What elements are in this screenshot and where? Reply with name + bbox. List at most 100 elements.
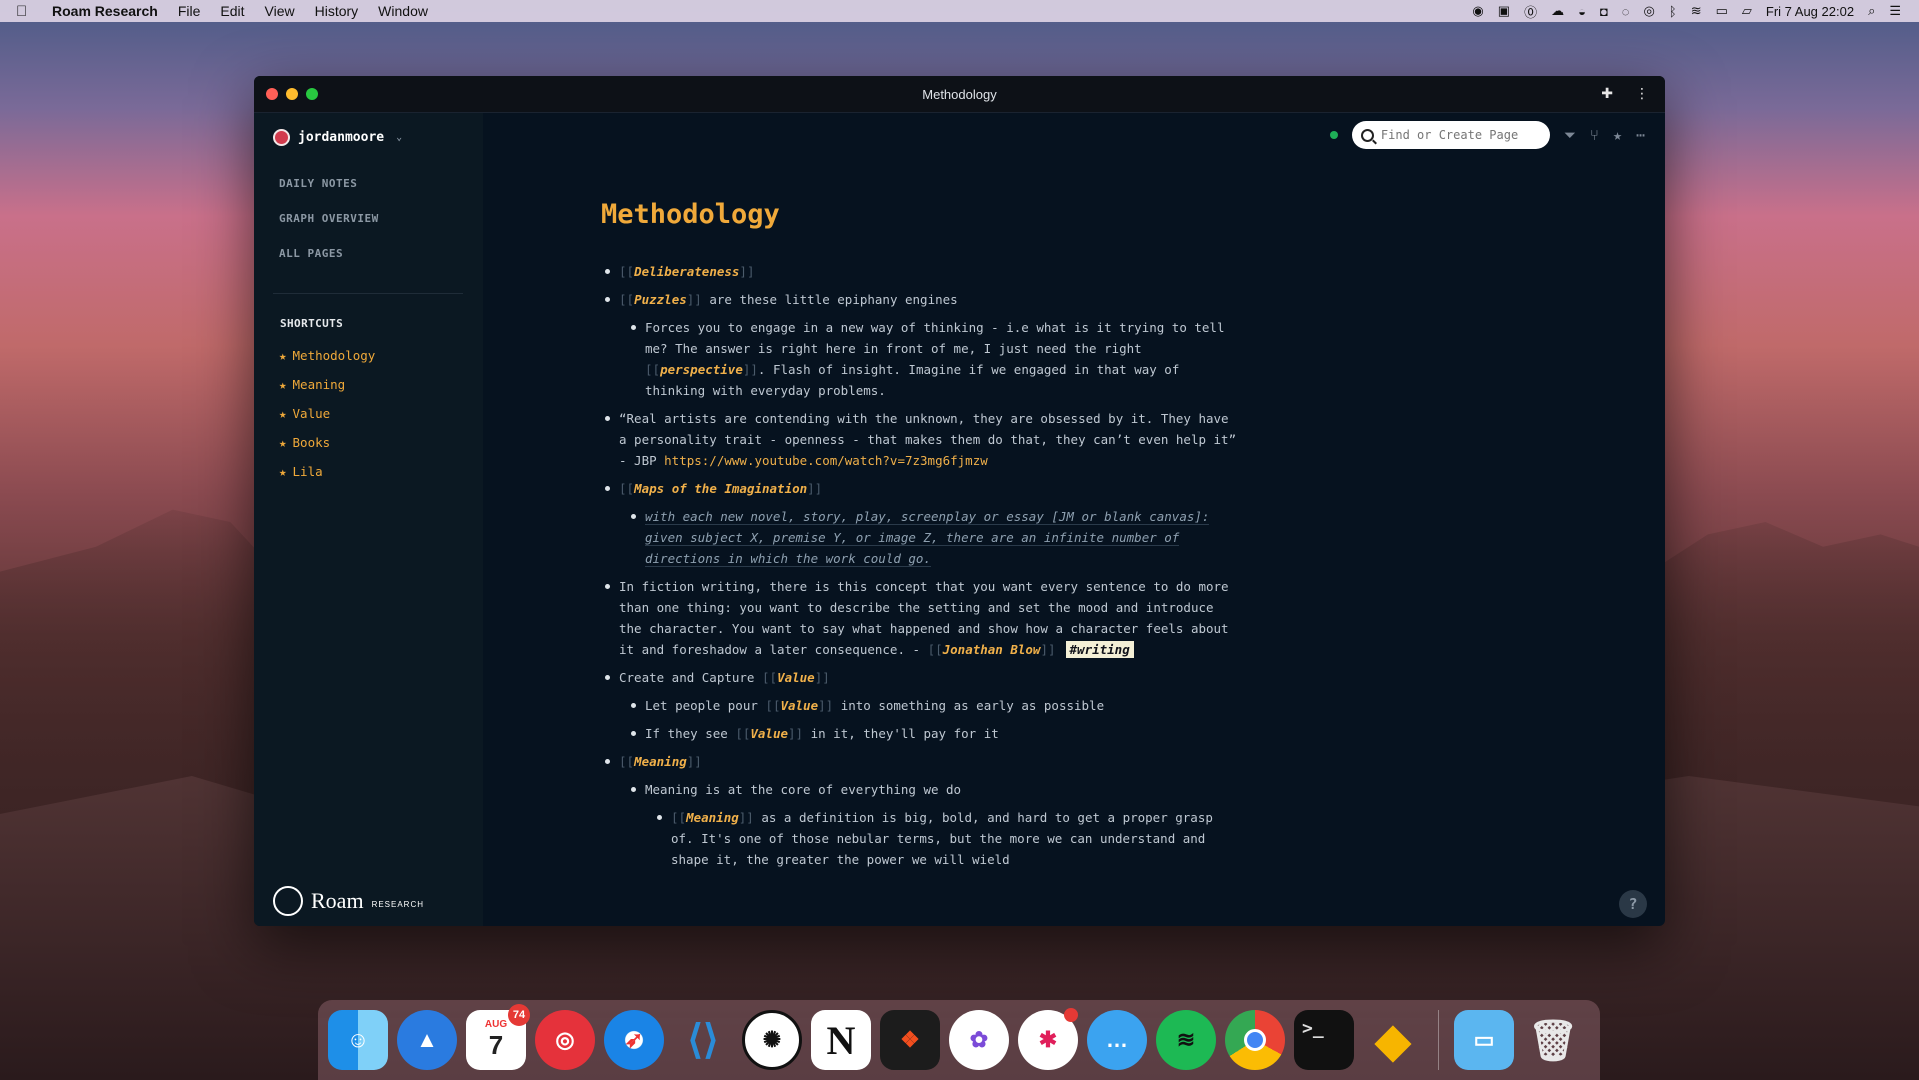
notion-icon[interactable]: N [811, 1010, 871, 1070]
avatar [273, 129, 290, 146]
menu-clock[interactable]: Fri 7 Aug 22:02 [1766, 4, 1854, 19]
extensions-icon[interactable]: ✚ [1601, 86, 1613, 102]
help-button[interactable]: ? [1619, 890, 1647, 918]
menu-edit[interactable]: Edit [220, 3, 244, 19]
notification-center-icon[interactable]: ☰ [1889, 3, 1901, 19]
search-box[interactable] [1351, 121, 1550, 149]
block[interactable]: Create and Capture [[Value]] [601, 667, 1241, 688]
menu-window[interactable]: Window [378, 3, 428, 19]
spotify-icon[interactable]: ≋ [1156, 1010, 1216, 1070]
calendar-icon[interactable]: AUG 7 74 [466, 1004, 530, 1070]
star-icon: ★ [279, 348, 287, 363]
shortcut-methodology[interactable]: ★ Methodology [279, 348, 375, 363]
battery-icon[interactable]: ▭ [1716, 3, 1728, 19]
block[interactable]: with each new novel, story, play, screen… [627, 506, 1241, 569]
wifi-icon[interactable]: ≋ [1691, 3, 1702, 19]
more-icon[interactable]: ⋯ [1636, 126, 1645, 144]
block[interactable]: Let people pour [[Value]] into something… [627, 695, 1241, 716]
spark-icon[interactable]: ▲ [397, 1010, 457, 1070]
status-record-icon[interactable]: ◉ [1472, 3, 1483, 19]
menu-file[interactable]: File [178, 3, 201, 19]
tag[interactable]: #writing [1065, 641, 1134, 658]
spotlight-icon[interactable]: ⌕ [1868, 3, 1875, 19]
page-title[interactable]: Methodology [601, 199, 780, 230]
search-input[interactable] [1380, 128, 1541, 142]
menu-bar:  Roam Research File Edit View History W… [0, 0, 1919, 22]
page-link[interactable]: Meaning [686, 810, 739, 825]
status-drive-icon[interactable]: ◒ [1578, 4, 1586, 19]
shortcut-books[interactable]: ★ Books [279, 435, 330, 450]
menu-history[interactable]: History [315, 3, 359, 19]
slack-icon[interactable]: ✱ [1018, 1008, 1078, 1070]
kebab-menu-icon[interactable]: ⋮ [1635, 86, 1649, 102]
filter-icon[interactable]: ⏷ [1564, 126, 1576, 144]
folder-icon[interactable]: ▭ [1454, 1010, 1514, 1070]
terminal-icon[interactable]: >_ [1294, 1010, 1354, 1070]
roam-logo: Roam RESEARCH [273, 886, 424, 916]
pocket-casts-icon[interactable]: ◎ [535, 1010, 595, 1070]
safari-icon[interactable]: ➶ [604, 1010, 664, 1070]
star-icon: ★ [279, 377, 287, 392]
block[interactable]: If they see [[Value]] in it, they'll pay… [627, 723, 1241, 744]
status-q-icon[interactable]: ◘ [1600, 4, 1608, 19]
window-title: Methodology [922, 86, 997, 102]
nav-graph-overview[interactable]: GRAPH OVERVIEW [279, 212, 379, 225]
craft-icon[interactable]: ✿ [949, 1010, 1009, 1070]
top-bar: ⏷ ⑂ ★ ⋯ [1329, 121, 1645, 149]
page-link[interactable]: Value [777, 670, 815, 685]
apple-icon[interactable]:  [16, 3, 42, 20]
page-link[interactable]: Meaning [634, 754, 687, 769]
trash-icon[interactable]: 🗑 [1523, 1010, 1583, 1070]
figma-icon[interactable]: ❖ [880, 1010, 940, 1070]
close-button[interactable] [266, 88, 278, 100]
status-app-icon[interactable]: ▣ [1498, 3, 1510, 19]
page-link[interactable]: Value [750, 726, 788, 741]
page-link[interactable]: perspective [660, 362, 743, 377]
star-icon[interactable]: ★ [1613, 126, 1622, 144]
sidebar-divider [273, 293, 463, 294]
finder-icon[interactable]: ☺ [328, 1010, 388, 1070]
page-link[interactable]: Deliberateness [634, 264, 739, 279]
airplay-icon[interactable]: ▱ [1742, 3, 1752, 19]
external-link[interactable]: https://www.youtube.com/watch?v=7z3mg6fj… [664, 453, 988, 468]
nav-all-pages[interactable]: ALL PAGES [279, 247, 343, 260]
chrome-icon[interactable] [1225, 1010, 1285, 1070]
status-timer-icon[interactable]: ◌ [1622, 4, 1630, 19]
status-cloud-icon[interactable]: ☁ [1551, 3, 1564, 19]
messages-icon[interactable]: … [1087, 1010, 1147, 1070]
block[interactable]: [[Deliberateness]] [601, 261, 1241, 282]
page-link[interactable]: Jonathan Blow [943, 642, 1041, 657]
minimize-button[interactable] [286, 88, 298, 100]
sketch-icon[interactable]: ◆ [1363, 1010, 1423, 1070]
logo-subtitle: RESEARCH [371, 899, 425, 909]
page-link[interactable]: Value [780, 698, 818, 713]
block[interactable]: Meaning is at the core of everything we … [627, 779, 1241, 800]
block[interactable]: [[Meaning]] [601, 751, 1241, 772]
shortcut-value[interactable]: ★ Value [279, 406, 330, 421]
block[interactable]: “Real artists are contending with the un… [601, 408, 1241, 471]
status-vpn-icon[interactable]: ◎ [1644, 3, 1655, 19]
vscode-icon[interactable]: ⟨⟩ [673, 1010, 733, 1070]
shortcut-meaning[interactable]: ★ Meaning [279, 377, 345, 392]
block[interactable]: [[Maps of the Imagination]] [601, 478, 1241, 499]
calendar-badge: 74 [508, 1004, 530, 1026]
bluetooth-icon[interactable]: ᛒ [1669, 4, 1677, 19]
zoom-button[interactable] [306, 88, 318, 100]
status-1password-icon[interactable]: ⓪ [1524, 2, 1537, 21]
menu-view[interactable]: View [265, 3, 295, 19]
graph-icon[interactable]: ⑂ [1590, 126, 1599, 144]
block[interactable]: Forces you to engage in a new way of thi… [627, 317, 1241, 401]
block[interactable]: [[Puzzles]] are these little epiphany en… [601, 289, 1241, 310]
main-panel: ⏷ ⑂ ★ ⋯ Methodology [[Deliberateness]] [… [483, 113, 1665, 926]
nav-daily-notes[interactable]: DAILY NOTES [279, 177, 357, 190]
shortcut-lila[interactable]: ★ Lila [279, 464, 323, 479]
roam-icon[interactable]: ✺ [742, 1010, 802, 1070]
graph-switcher[interactable]: jordanmoore ⌄ [273, 129, 402, 146]
page-link[interactable]: Maps of the Imagination [634, 481, 807, 496]
page-content: [[Deliberateness]] [[Puzzles]] are these… [601, 261, 1241, 877]
block[interactable]: In fiction writing, there is this concep… [601, 576, 1241, 660]
sync-status-dot [1329, 131, 1338, 139]
page-link[interactable]: Puzzles [634, 292, 687, 307]
block[interactable]: [[Meaning]] as a definition is big, bold… [653, 807, 1241, 870]
menu-app-name[interactable]: Roam Research [52, 3, 158, 19]
